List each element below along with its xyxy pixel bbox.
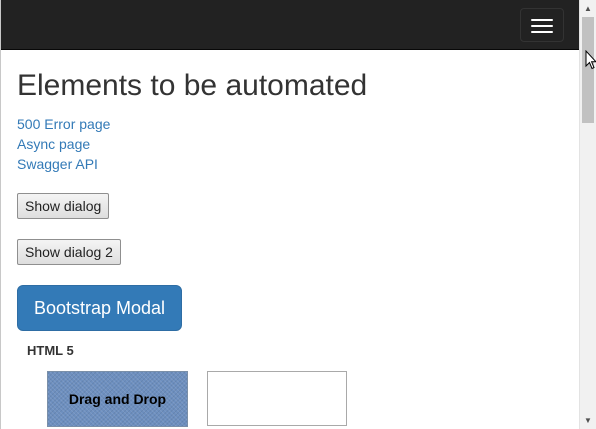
bootstrap-modal-button[interactable]: Bootstrap Modal <box>17 285 182 331</box>
drag-and-drop-source[interactable]: Drag and Drop <box>47 371 188 427</box>
link-swagger-api[interactable]: Swagger API <box>17 154 110 174</box>
hamburger-icon <box>531 19 553 21</box>
page-content: Elements to be automated 500 Error page … <box>1 0 579 429</box>
vertical-scrollbar[interactable]: ▲ ▼ <box>579 0 596 429</box>
drop-target[interactable] <box>207 371 347 426</box>
page-title: Elements to be automated <box>17 69 368 102</box>
browser-viewport: Elements to be automated 500 Error page … <box>0 0 596 429</box>
scroll-down-arrow-icon[interactable]: ▼ <box>580 412 596 429</box>
scroll-up-arrow-icon[interactable]: ▲ <box>580 0 596 17</box>
navbar-toggle-button[interactable] <box>520 8 564 42</box>
html5-heading: HTML 5 <box>27 343 74 358</box>
link-async-page[interactable]: Async page <box>17 134 110 154</box>
show-dialog-button[interactable]: Show dialog <box>17 193 110 219</box>
scrollbar-thumb[interactable] <box>582 17 594 123</box>
hamburger-icon-bar <box>531 31 553 33</box>
link-list: 500 Error page Async page Swagger API <box>17 114 110 174</box>
show-dialog-2-button[interactable]: Show dialog 2 <box>17 239 121 265</box>
hamburger-icon-bar <box>531 25 553 27</box>
link-500-error-page[interactable]: 500 Error page <box>17 114 110 134</box>
navbar <box>1 0 579 50</box>
